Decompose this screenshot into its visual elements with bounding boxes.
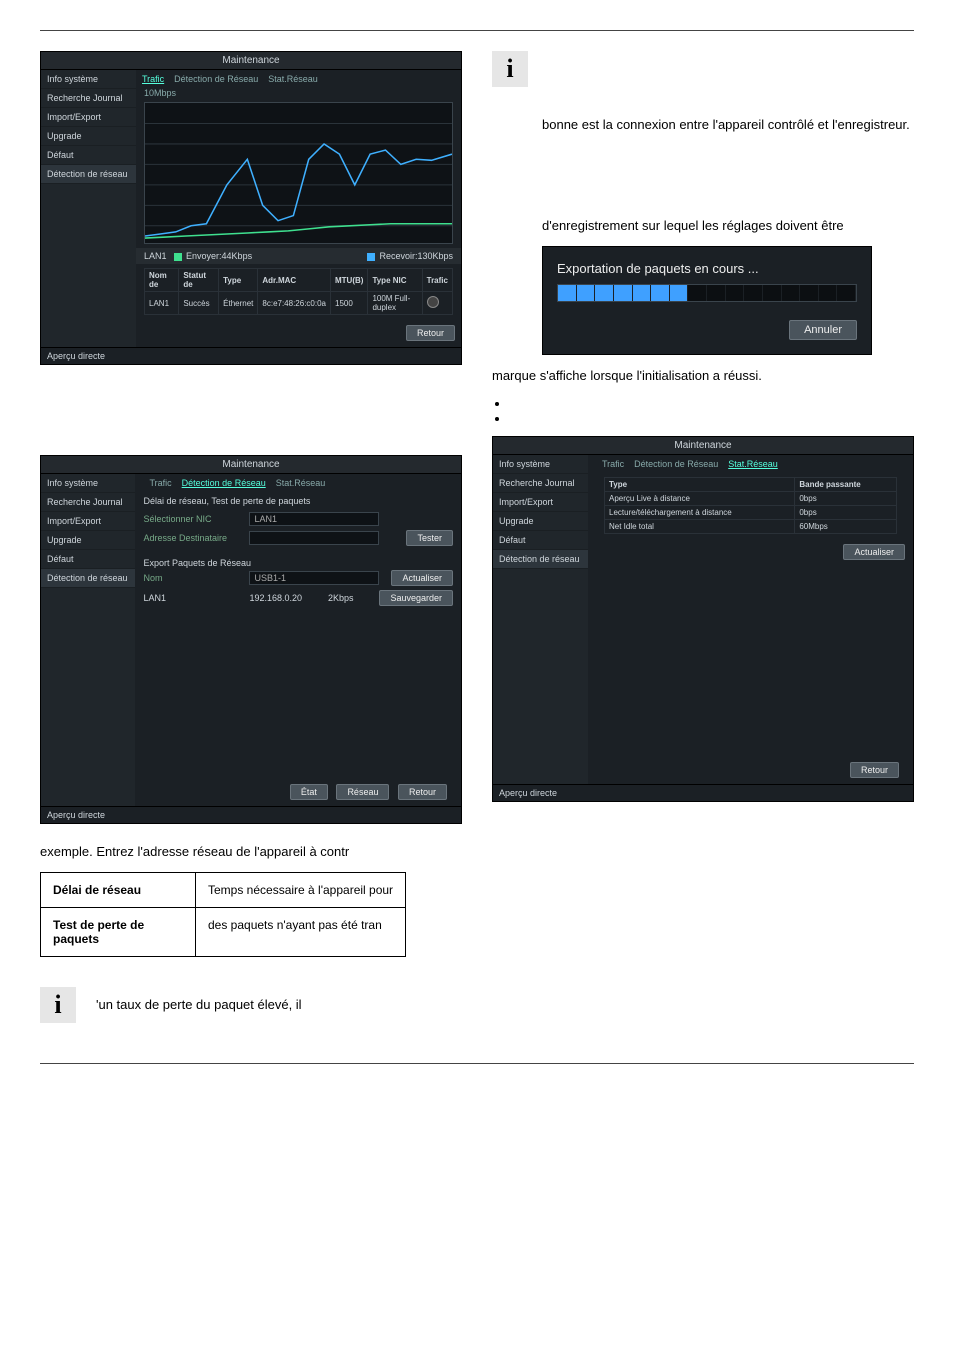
tab-stat[interactable]: Stat.Réseau bbox=[276, 478, 326, 488]
info-icon: i bbox=[492, 51, 528, 87]
test-button[interactable]: Tester bbox=[406, 530, 453, 546]
list-item bbox=[510, 411, 914, 426]
list-item bbox=[510, 396, 914, 411]
screenshot-traffic: Maintenance Info système Recherche Journ… bbox=[40, 51, 462, 365]
field-label: LAN1 bbox=[143, 593, 243, 603]
tab-stat[interactable]: Stat.Réseau bbox=[728, 459, 778, 469]
y-axis-label: 10Mbps bbox=[136, 88, 461, 98]
sidebar-item[interactable]: Upgrade bbox=[41, 531, 135, 550]
progress-bar bbox=[557, 284, 857, 302]
sidebar-item[interactable]: Import/Export bbox=[41, 512, 135, 531]
params-table: Délai de réseau Temps nécessaire à l'app… bbox=[40, 872, 406, 957]
stat-table: TypeBande passante Aperçu Live à distanc… bbox=[604, 477, 897, 534]
etat-button[interactable]: État bbox=[290, 784, 328, 800]
footer-label: Aperçu directe bbox=[41, 347, 461, 364]
save-button[interactable]: Sauvegarder bbox=[379, 590, 453, 606]
footer-label: Aperçu directe bbox=[41, 806, 461, 823]
section-heading: Délai de réseau, Test de perte de paquet… bbox=[143, 496, 453, 506]
tab-detect[interactable]: Détection de Réseau bbox=[174, 74, 258, 84]
sidebar-item[interactable]: Upgrade bbox=[41, 127, 136, 146]
window-title: Maintenance bbox=[41, 52, 461, 70]
nic-table: Nom deStatut de TypeAdr.MAC MTU(B)Type N… bbox=[144, 268, 453, 315]
sidebar-item[interactable]: Upgrade bbox=[493, 512, 588, 531]
window-title: Maintenance bbox=[493, 437, 913, 455]
section-heading: Export Paquets de Réseau bbox=[143, 558, 453, 568]
bullet-list bbox=[492, 396, 914, 426]
info-icon: i bbox=[40, 987, 76, 1023]
export-dialog: Exportation de paquets en cours ... Annu… bbox=[542, 246, 872, 355]
field-label: Sélectionner NIC bbox=[143, 514, 243, 524]
screenshot-stat: Maintenance Info système Recherche Journ… bbox=[492, 436, 914, 802]
reseau-button[interactable]: Réseau bbox=[336, 784, 389, 800]
sidebar-item-selected[interactable]: Détection de réseau bbox=[41, 165, 136, 184]
ip-value: 192.168.0.20 bbox=[249, 593, 302, 603]
sidebar: Info système Recherche Journal Import/Ex… bbox=[493, 455, 588, 784]
sidebar-item[interactable]: Recherche Journal bbox=[41, 89, 136, 108]
tab-trafic[interactable]: Trafic bbox=[149, 478, 171, 488]
sidebar-item[interactable]: Recherche Journal bbox=[493, 474, 588, 493]
sidebar-item[interactable]: Défaut bbox=[41, 146, 136, 165]
sidebar: Info système Recherche Journal Import/Ex… bbox=[41, 70, 136, 347]
cancel-button[interactable]: Annuler bbox=[789, 320, 857, 340]
param-value: Temps nécessaire à l'appareil pour bbox=[196, 873, 406, 908]
sidebar: Info système Recherche Journal Import/Ex… bbox=[41, 474, 135, 806]
footer-label: Aperçu directe bbox=[493, 784, 913, 801]
sidebar-item-selected[interactable]: Détection de réseau bbox=[493, 550, 588, 569]
refresh-button[interactable]: Actualiser bbox=[843, 544, 905, 560]
device-select[interactable]: USB1-1 bbox=[249, 571, 379, 585]
traffic-chart bbox=[144, 102, 453, 244]
tab-trafic[interactable]: Trafic bbox=[602, 459, 624, 469]
tab-detect[interactable]: Détection de Réseau bbox=[182, 478, 266, 488]
param-key: Délai de réseau bbox=[41, 873, 196, 908]
sidebar-item[interactable]: Défaut bbox=[41, 550, 135, 569]
chart-legend: LAN1 Envoyer:44Kbps Recevoir:130Kbps bbox=[136, 248, 461, 264]
body-text: exemple. Entrez l'adresse réseau de l'ap… bbox=[40, 844, 462, 859]
field-label: Nom bbox=[143, 573, 243, 583]
body-text: marque s'affiche lorsque l'initialisatio… bbox=[492, 368, 914, 383]
dest-input[interactable] bbox=[249, 531, 379, 545]
back-button[interactable]: Retour bbox=[406, 325, 455, 341]
param-key: Test de perte de paquets bbox=[41, 908, 196, 957]
sidebar-item[interactable]: Import/Export bbox=[493, 493, 588, 512]
body-text: bonne est la connexion entre l'appareil … bbox=[542, 117, 914, 132]
tab-stat[interactable]: Stat.Réseau bbox=[268, 74, 318, 84]
field-label: Adresse Destinataire bbox=[143, 533, 243, 543]
window-title: Maintenance bbox=[41, 456, 461, 474]
tabs: Trafic Détection de Réseau Stat.Réseau bbox=[136, 70, 461, 88]
nic-select[interactable]: LAN1 bbox=[249, 512, 379, 526]
param-value: des paquets n'ayant pas été tran bbox=[196, 908, 406, 957]
tabs: Trafic Détection de Réseau Stat.Réseau bbox=[143, 474, 453, 492]
back-button[interactable]: Retour bbox=[850, 762, 899, 778]
sidebar-item[interactable]: Import/Export bbox=[41, 108, 136, 127]
rate-value: 2Kbps bbox=[308, 593, 373, 603]
sidebar-item[interactable]: Info système bbox=[493, 455, 588, 474]
back-button[interactable]: Retour bbox=[398, 784, 447, 800]
refresh-button[interactable]: Actualiser bbox=[391, 570, 453, 586]
sidebar-item[interactable]: Info système bbox=[41, 474, 135, 493]
sidebar-item[interactable]: Info système bbox=[41, 70, 136, 89]
sidebar-item[interactable]: Défaut bbox=[493, 531, 588, 550]
sidebar-item[interactable]: Recherche Journal bbox=[41, 493, 135, 512]
tab-trafic[interactable]: Trafic bbox=[142, 74, 164, 84]
tabs: Trafic Détection de Réseau Stat.Réseau bbox=[596, 455, 905, 473]
body-text: d'enregistrement sur lequel les réglages… bbox=[542, 218, 914, 233]
screenshot-detect: Maintenance Info système Recherche Journ… bbox=[40, 455, 462, 824]
tab-detect[interactable]: Détection de Réseau bbox=[634, 459, 718, 469]
dialog-title: Exportation de paquets en cours ... bbox=[557, 261, 857, 276]
traffic-radio[interactable] bbox=[427, 296, 439, 308]
sidebar-item-selected[interactable]: Détection de réseau bbox=[41, 569, 135, 588]
body-text: 'un taux de perte du paquet élevé, il bbox=[96, 997, 302, 1012]
